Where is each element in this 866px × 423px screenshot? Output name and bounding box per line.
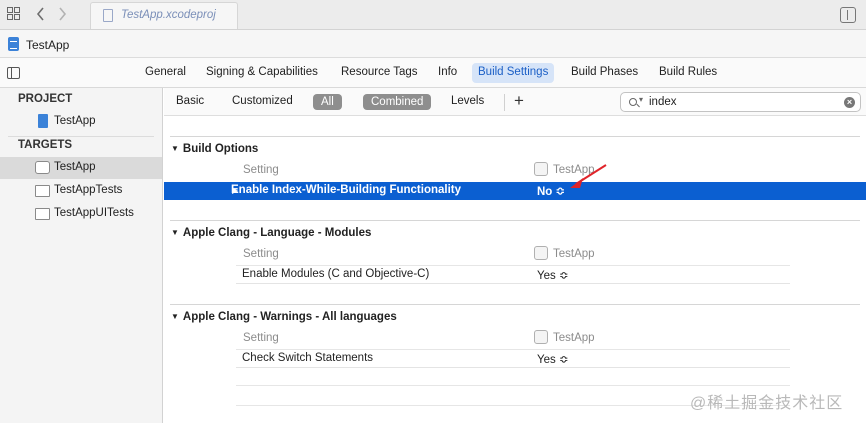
group-header-build-options[interactable]: ▼ Build Options (171, 143, 258, 155)
app-target-icon (534, 162, 548, 176)
project-file-icon (8, 37, 19, 51)
setting-value-popup[interactable]: Yes ≎ (537, 352, 569, 366)
setting-name: Check Switch Statements (242, 352, 374, 364)
filter-separator (504, 94, 505, 111)
group-title: Apple Clang - Warnings - All languages (182, 311, 397, 323)
add-setting-button[interactable]: + (514, 92, 524, 110)
view-combined[interactable]: Combined (363, 94, 432, 110)
group-header-warnings-all-languages[interactable]: ▼ Apple Clang - Warnings - All languages (171, 311, 397, 323)
test-bundle-icon (35, 208, 50, 220)
filter-basic[interactable]: Basic (176, 95, 204, 107)
search-icon (629, 98, 637, 106)
setting-row-index-while-building[interactable]: ▶ Enable Index-While-Building Functional… (164, 182, 866, 200)
tab-build-rules[interactable]: Build Rules (659, 66, 717, 78)
outline-item-label: TestAppTests (54, 184, 123, 196)
filter-all[interactable]: All (313, 94, 342, 110)
target-label: TestApp (553, 248, 595, 260)
disclosure-triangle-icon[interactable]: ▼ (171, 228, 179, 237)
column-header-target: TestApp (534, 246, 595, 260)
test-bundle-icon (35, 185, 50, 197)
target-label: TestApp (553, 164, 595, 176)
disclosure-triangle-icon[interactable]: ▼ (171, 312, 179, 321)
search-field[interactable]: ▾ index × (620, 92, 861, 112)
search-options-chevron-icon[interactable]: ▾ (639, 95, 643, 104)
column-header-setting: Setting (243, 164, 279, 176)
disclosure-triangle-icon[interactable]: ▼ (171, 144, 179, 153)
outline-item-target-testapptests[interactable]: TestAppTests (0, 180, 162, 202)
group-title: Apple Clang - Language - Modules (182, 227, 372, 239)
jump-bar-project[interactable]: TestApp (26, 38, 69, 52)
outline-item-label: TestApp (54, 161, 96, 173)
jump-bar: TestApp (0, 30, 866, 58)
project-file-icon (38, 114, 48, 128)
tab-build-settings[interactable]: Build Settings (472, 63, 555, 83)
target-label: TestApp (553, 332, 595, 344)
setting-value-popup[interactable]: No ≎ (537, 184, 565, 198)
setting-name: Enable Modules (C and Objective-C) (242, 268, 430, 280)
setting-name: Enable Index-While-Building Functionalit… (231, 184, 461, 196)
row-divider (236, 385, 790, 386)
editor-tab-row: General Signing & Capabilities Resource … (0, 58, 866, 88)
document-tab[interactable]: TestApp.xcodeproj (90, 2, 238, 29)
targets-section-header: TARGETS (18, 139, 73, 151)
window-tab-bar: TestApp.xcodeproj (0, 0, 866, 30)
group-title: Build Options (182, 143, 259, 155)
project-target-outline: PROJECT TestApp TARGETS TestApp TestAppT… (0, 88, 163, 423)
view-levels[interactable]: Levels (451, 95, 484, 107)
setting-value-popup[interactable]: Yes ≎ (537, 268, 569, 282)
filter-customized[interactable]: Customized (232, 95, 293, 107)
group-divider (170, 136, 860, 137)
build-settings-list: ▼ Build Options Setting TestApp ▶ Enable … (164, 117, 866, 423)
clear-search-icon[interactable]: × (844, 97, 855, 108)
app-target-icon (534, 330, 548, 344)
setting-row-enable-modules[interactable]: Enable Modules (C and Objective-C) Yes ≎ (236, 266, 790, 284)
tab-general[interactable]: General (145, 66, 186, 78)
project-section-header: PROJECT (18, 93, 73, 105)
group-header-language-modules[interactable]: ▼ Apple Clang - Language - Modules (171, 227, 371, 239)
setting-row-check-switch-statements[interactable]: Check Switch Statements Yes ≎ (236, 350, 790, 368)
build-settings-filter-bar: Basic Customized All Combined Levels + ▾… (164, 88, 866, 116)
split-editor-icon[interactable] (840, 7, 856, 23)
search-input[interactable]: index (649, 96, 677, 108)
tab-resource-tags[interactable]: Resource Tags (341, 66, 418, 78)
column-header-setting: Setting (243, 332, 279, 344)
outline-item-label: TestAppUITests (54, 207, 134, 219)
group-divider (170, 304, 860, 305)
tab-info[interactable]: Info (438, 66, 457, 78)
app-target-icon (35, 161, 50, 174)
tab-build-phases[interactable]: Build Phases (571, 66, 638, 78)
section-divider (8, 136, 154, 137)
grid-icon[interactable] (7, 7, 20, 24)
outline-item-project[interactable]: TestApp (0, 111, 162, 133)
forward-chevron-icon[interactable] (58, 7, 67, 25)
column-header-target: TestApp (534, 162, 595, 176)
column-header-target: TestApp (534, 330, 595, 344)
back-chevron-icon[interactable] (36, 7, 45, 25)
document-icon (103, 9, 113, 22)
watermark: @稀土掘金技术社区 (690, 395, 844, 412)
outline-item-label: TestApp (54, 115, 96, 127)
tab-signing-capabilities[interactable]: Signing & Capabilities (206, 66, 318, 78)
document-tab-label: TestApp.xcodeproj (121, 9, 216, 21)
app-target-icon (534, 246, 548, 260)
sidebar-toggle-icon[interactable] (7, 67, 20, 79)
outline-item-target-testappuitests[interactable]: TestAppUITests (0, 203, 162, 225)
group-divider (170, 220, 860, 221)
column-header-setting: Setting (243, 248, 279, 260)
outline-item-target-testapp[interactable]: TestApp (0, 157, 162, 179)
